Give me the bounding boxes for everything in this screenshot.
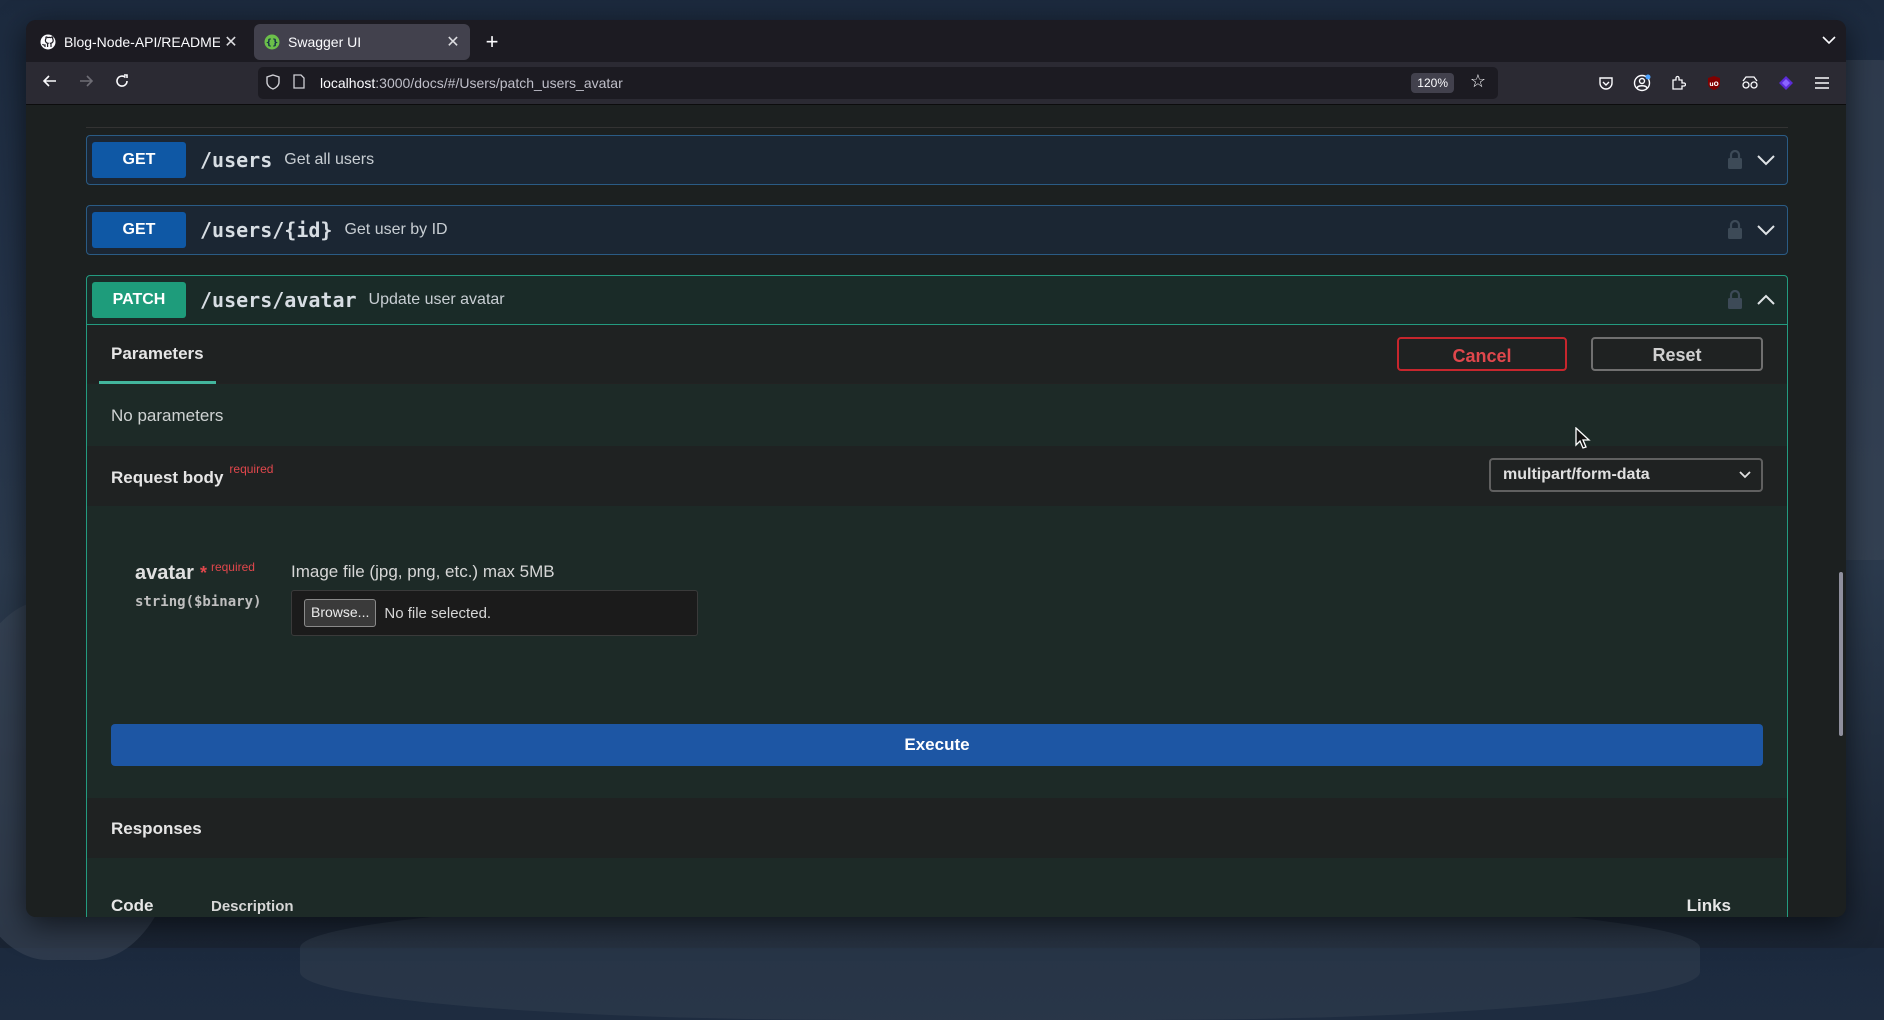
address-bar[interactable]: localhost:3000/docs/#/Users/patch_users_… — [258, 67, 1498, 99]
lock-icon[interactable] — [1727, 150, 1743, 170]
chevron-down-icon[interactable] — [1755, 219, 1777, 241]
list-all-tabs-icon[interactable] — [1822, 32, 1836, 48]
url-text: localhost:3000/docs/#/Users/patch_users_… — [320, 75, 623, 91]
param-name: avatar * required — [135, 560, 255, 585]
lock-icon[interactable] — [1727, 220, 1743, 240]
chevron-down-icon[interactable] — [1755, 149, 1777, 171]
shield-icon[interactable] — [262, 73, 284, 93]
responses-title: Responses — [111, 819, 202, 838]
reload-icon[interactable] — [108, 69, 136, 97]
operation-description: Get user by ID — [344, 221, 448, 238]
operation-path: /users — [200, 148, 273, 172]
swagger-icon: {} — [264, 34, 280, 50]
operation-get-users[interactable]: GET /users Get all users — [86, 135, 1788, 185]
request-body-label: Request body — [111, 468, 224, 487]
execute-button[interactable]: Execute — [111, 724, 1763, 766]
new-tab-button[interactable]: + — [478, 28, 506, 56]
background-rock — [300, 900, 1700, 1020]
lock-icon[interactable] — [1727, 290, 1743, 310]
method-badge: GET — [92, 142, 186, 178]
forward-icon[interactable] — [72, 69, 100, 97]
parameters-header: Parameters Cancel Reset — [87, 325, 1787, 385]
close-tab-icon[interactable]: ✕ — [220, 32, 242, 52]
request-body-title: Request body required — [111, 462, 273, 488]
tab-title: Swagger UI — [288, 34, 362, 50]
privacy-extension-icon[interactable] — [1740, 73, 1760, 93]
browse-button[interactable]: Browse... — [304, 599, 377, 627]
column-code: Code — [111, 896, 154, 915]
tab-github-readme[interactable]: Blog-Node-API/README.m ✕ — [30, 24, 248, 60]
tab-parameters[interactable]: Parameters — [99, 325, 216, 385]
method-badge: PATCH — [92, 282, 186, 318]
param-required-label: required — [210, 560, 255, 574]
param-description: Image file (jpg, png, etc.) max 5MB — [291, 562, 555, 581]
tab-title: Blog-Node-API/README.m — [64, 34, 220, 50]
chevron-down-icon — [1739, 460, 1751, 490]
url-host: localhost — [320, 75, 376, 91]
operation-patch-user-avatar: PATCH /users/avatar Update user avatar P… — [86, 275, 1788, 917]
operation-get-user-by-id[interactable]: GET /users/{id} Get user by ID — [86, 205, 1788, 255]
back-icon[interactable] — [36, 69, 64, 97]
request-body-header: Request body required multipart/form-data — [87, 446, 1787, 506]
close-tab-icon[interactable]: ✕ — [442, 32, 464, 52]
operation-description: Get all users — [284, 151, 375, 168]
param-type: string($binary) — [135, 594, 262, 610]
scrollbar-thumb[interactable] — [1839, 572, 1843, 736]
tab-strip: Blog-Node-API/README.m ✕ {} Swagger UI ✕… — [26, 20, 1846, 62]
section-divider — [86, 127, 1788, 128]
navigation-toolbar: localhost:3000/docs/#/Users/patch_users_… — [26, 62, 1846, 105]
operation-summary[interactable]: GET /users/{id} Get user by ID — [87, 206, 1787, 254]
chevron-up-icon[interactable] — [1755, 289, 1777, 311]
execute-area: Execute — [87, 716, 1787, 798]
param-name-text: avatar — [135, 562, 194, 584]
menu-icon[interactable] — [1812, 73, 1832, 93]
file-status: No file selected. — [384, 604, 492, 622]
page-scrollbar[interactable] — [1834, 105, 1846, 917]
operation-summary[interactable]: GET /users Get all users — [87, 136, 1787, 184]
operation-summary[interactable]: PATCH /users/avatar Update user avatar — [87, 276, 1787, 325]
no-parameters-text: No parameters — [111, 406, 224, 425]
mouse-cursor-icon — [1575, 427, 1591, 449]
operation-description: Update user avatar — [368, 291, 505, 308]
cancel-button[interactable]: Cancel — [1397, 337, 1567, 371]
zoom-level-button[interactable]: 120% — [1411, 73, 1454, 93]
ublock-origin-icon[interactable]: uO — [1704, 73, 1724, 93]
extensions-icon[interactable] — [1668, 73, 1688, 93]
column-description: Description — [211, 898, 294, 915]
request-body-form: avatar * required string($binary) Image fi… — [87, 506, 1787, 716]
responses-header: Responses — [87, 798, 1787, 858]
swagger-content: GET /users Get all users GET /users/{id}… — [26, 105, 1846, 917]
svg-text:{}: {} — [266, 39, 279, 49]
svg-text:uO: uO — [1709, 81, 1718, 88]
account-icon[interactable] — [1632, 73, 1652, 93]
required-label: required — [229, 462, 274, 476]
content-type-select[interactable]: multipart/form-data — [1489, 458, 1763, 492]
content-type-value: multipart/form-data — [1503, 466, 1650, 483]
method-badge: GET — [92, 212, 186, 248]
pocket-icon[interactable] — [1596, 73, 1616, 93]
page-icon[interactable] — [288, 74, 310, 92]
tab-swagger-ui[interactable]: {} Swagger UI ✕ — [254, 24, 470, 60]
reset-button[interactable]: Reset — [1591, 337, 1763, 371]
operation-path: /users/avatar — [200, 288, 357, 312]
browser-window: Blog-Node-API/README.m ✕ {} Swagger UI ✕… — [26, 20, 1846, 917]
required-star: * — [199, 563, 207, 583]
responses-table-header: Code Description Links — [87, 858, 1787, 917]
purple-extension-icon[interactable] — [1776, 73, 1796, 93]
parameters-body: No parameters — [87, 384, 1787, 446]
bookmark-star-icon[interactable]: ☆ — [1470, 71, 1486, 92]
file-input[interactable]: Browse... No file selected. — [291, 590, 698, 636]
column-links: Links — [1686, 896, 1731, 915]
github-icon — [40, 34, 56, 50]
operation-path: /users/{id} — [200, 218, 333, 242]
url-path: :3000/docs/#/Users/patch_users_avatar — [375, 75, 623, 91]
